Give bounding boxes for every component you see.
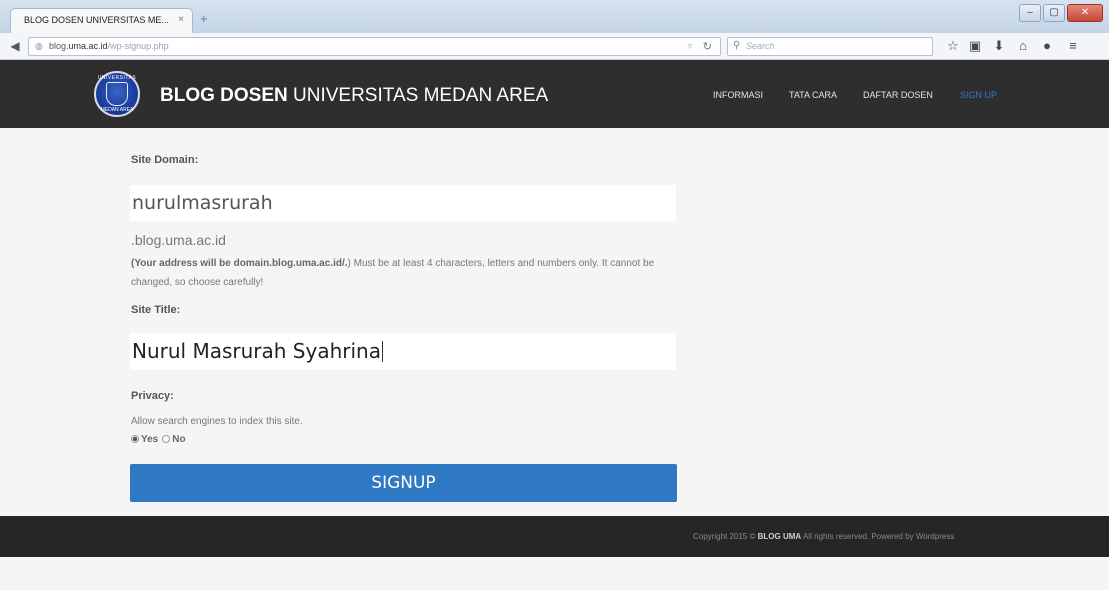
privacy-label: Privacy:	[131, 390, 174, 402]
chat-icon[interactable]: ●	[1038, 37, 1056, 55]
browser-tab-bar: BLOG DOSEN UNIVERSITAS ME... × + – ▢ ✕	[0, 0, 1109, 33]
site-footer: Copyright 2015 © BLOG UMA All rights res…	[0, 516, 1109, 557]
privacy-yes-label[interactable]: Yes	[141, 434, 158, 445]
back-arrow-icon[interactable]: ◀	[6, 37, 24, 55]
site-domain-label: Site Domain:	[131, 154, 199, 166]
menu-icon[interactable]: ≡	[1064, 37, 1082, 55]
site-domain-input[interactable]: nurulmasrurah	[130, 185, 676, 221]
copyright-prefix: Copyright 2015 ©	[693, 532, 758, 541]
privacy-no-label[interactable]: No	[172, 434, 185, 445]
nav-tata-cara[interactable]: TATA CARA	[789, 90, 837, 100]
reload-icon[interactable]: ↻	[703, 40, 712, 53]
window-controls: – ▢ ✕	[1019, 4, 1103, 22]
site-header: UNIVERSITAS MEDAN AREA BLOG DOSEN UNIVER…	[0, 60, 1109, 128]
privacy-description: Allow search engines to index this site.	[131, 416, 303, 427]
page-bottom-area	[0, 557, 1109, 590]
site-title-value: Nurul Masrurah Syahrina	[132, 339, 381, 363]
search-bar[interactable]: ⚲ Search	[727, 37, 933, 56]
site-title-input[interactable]: Nurul Masrurah Syahrina	[130, 333, 676, 370]
star-icon[interactable]: ☆	[944, 37, 962, 55]
privacy-yes-radio[interactable]	[131, 435, 139, 443]
privacy-no-radio[interactable]	[162, 435, 171, 443]
privacy-options: Yes No	[131, 434, 190, 445]
copyright-suffix: All rights reserved. Powered by Wordpres…	[801, 532, 955, 541]
url-text: blog.uma.ac.id/wp-signup.php	[49, 41, 169, 51]
logo-text-top: UNIVERSITAS	[97, 75, 137, 81]
browser-nav-bar: ◀ ◍ blog.uma.ac.id/wp-signup.php ▿ ↻ ⚲ S…	[0, 33, 1109, 60]
close-window-button[interactable]: ✕	[1067, 4, 1103, 22]
signup-button[interactable]: SIGNUP	[130, 464, 677, 502]
domain-help-bold: (Your address will be domain.blog.uma.ac…	[131, 258, 348, 269]
download-icon[interactable]: ⬇	[990, 37, 1008, 55]
search-icon: ⚲	[733, 40, 741, 51]
search-placeholder: Search	[746, 41, 775, 51]
tab-title: BLOG DOSEN UNIVERSITAS ME...	[24, 15, 169, 25]
minimize-button[interactable]: –	[1019, 4, 1041, 22]
site-nav: INFORMASI TATA CARA DAFTAR DOSEN SIGN UP	[0, 90, 1109, 104]
nav-informasi[interactable]: INFORMASI	[713, 90, 763, 100]
url-path: /wp-signup.php	[107, 41, 169, 51]
logo-text-bottom: MEDAN AREA	[100, 107, 134, 113]
browser-tab[interactable]: BLOG DOSEN UNIVERSITAS ME... ×	[10, 8, 193, 33]
site-title-label: Site Title:	[131, 304, 181, 316]
nav-sign-up[interactable]: SIGN UP	[960, 90, 997, 100]
signup-form: Site Domain: nurulmasrurah .blog.uma.ac.…	[0, 128, 1109, 516]
clipboard-icon[interactable]: ▣	[966, 37, 984, 55]
url-domain: uma.ac.id	[68, 41, 108, 51]
tab-close-icon[interactable]: ×	[178, 14, 184, 25]
url-bar[interactable]: ◍ blog.uma.ac.id/wp-signup.php ▿ ↻	[28, 37, 721, 56]
maximize-button[interactable]: ▢	[1043, 4, 1065, 22]
dropdown-arrow-icon[interactable]: ▿	[687, 41, 692, 52]
url-host: blog.	[49, 41, 69, 51]
domain-help-text: (Your address will be domain.blog.uma.ac…	[131, 254, 671, 292]
copyright-text: Copyright 2015 © BLOG UMA All rights res…	[693, 532, 954, 541]
home-icon[interactable]: ⌂	[1014, 37, 1032, 55]
globe-icon: ◍	[35, 41, 43, 51]
text-caret	[381, 341, 383, 362]
nav-daftar-dosen[interactable]: DAFTAR DOSEN	[863, 90, 933, 100]
copyright-brand: BLOG UMA	[757, 532, 802, 541]
new-tab-icon[interactable]: +	[200, 11, 208, 26]
domain-suffix: .blog.uma.ac.id	[131, 232, 226, 248]
